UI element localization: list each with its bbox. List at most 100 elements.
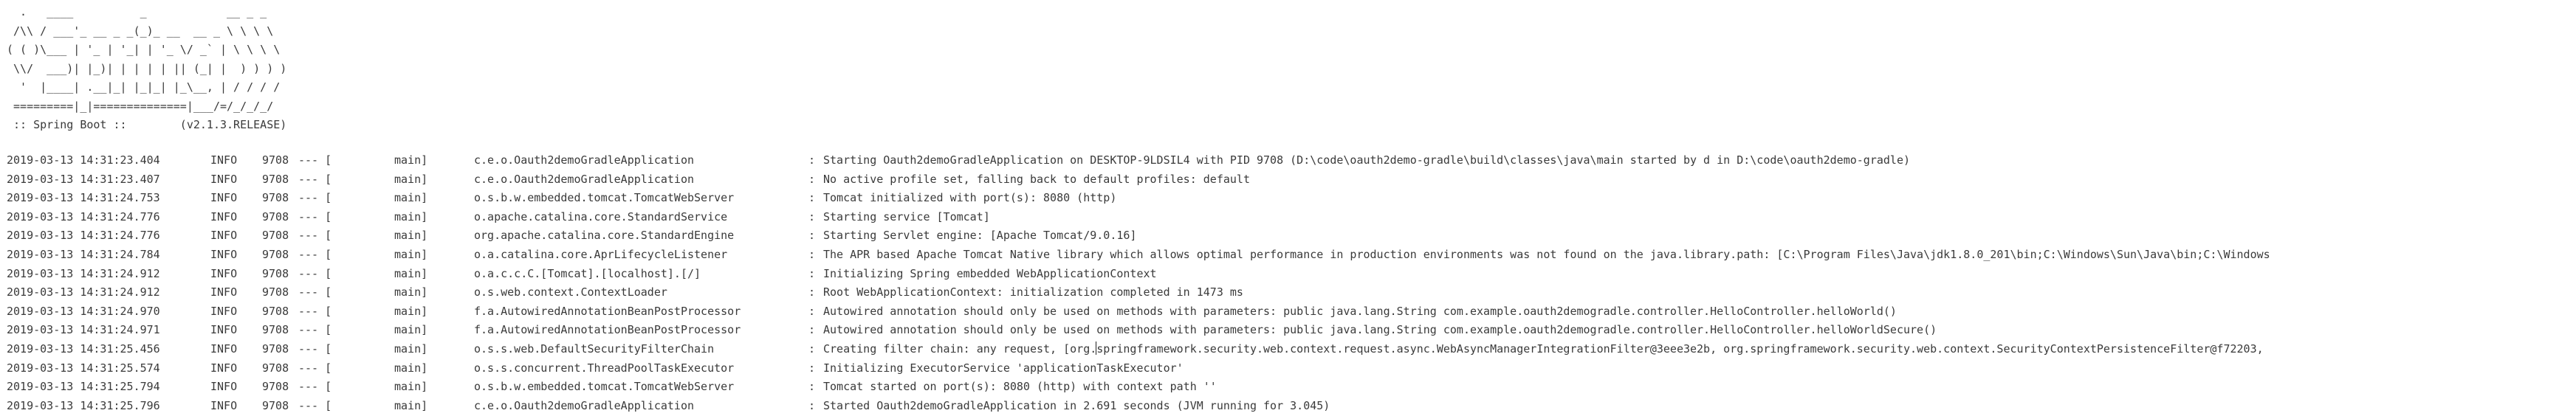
- log-timestamp: 2019-03-13 14:31:25.574: [7, 361, 160, 375]
- log-message: Root WebApplicationContext: initializati…: [823, 285, 1243, 299]
- log-logger: o.s.s.concurrent.ThreadPoolTaskExecutor: [474, 361, 735, 375]
- banner-line: ( ( )\___ | '_ | '_| | '_ \/ _` | \ \ \ …: [7, 43, 281, 56]
- log-colon: :: [808, 266, 816, 280]
- log-message: Initializing ExecutorService 'applicatio…: [823, 361, 1184, 375]
- log-pid: 9708: [262, 323, 289, 337]
- log-separator: --- [: [298, 247, 332, 261]
- log-thread: main]: [394, 209, 428, 223]
- log-separator: --- [: [298, 229, 332, 243]
- log-colon: :: [808, 398, 816, 412]
- log-separator: --- [: [298, 209, 332, 223]
- banner-line: =========|_|==============|___/=/_/_/_/: [7, 99, 274, 113]
- log-logger: c.e.o.Oauth2demoGradleApplication: [474, 172, 695, 186]
- log-separator: --- [: [298, 304, 332, 318]
- log-separator: --- [: [298, 323, 332, 337]
- log-separator: --- [: [298, 153, 332, 167]
- log-colon: :: [808, 247, 816, 261]
- log-logger: f.a.AutowiredAnnotationBeanPostProcessor: [474, 304, 741, 318]
- log-colon: :: [808, 323, 816, 337]
- log-logger: o.s.b.w.embedded.tomcat.TomcatWebServer: [474, 380, 735, 394]
- log-line: 2019-03-13 14:31:24.784 INFO 9708 --- [main…: [7, 246, 2576, 265]
- log-colon: :: [808, 209, 816, 223]
- log-timestamp: 2019-03-13 14:31:24.753: [7, 191, 160, 205]
- log-timestamp: 2019-03-13 14:31:24.971: [7, 323, 160, 337]
- log-pid: 9708: [262, 191, 289, 205]
- log-timestamp: 2019-03-13 14:31:24.784: [7, 247, 160, 261]
- log-separator: --- [: [298, 398, 332, 412]
- log-colon: :: [808, 229, 816, 243]
- log-colon: :: [808, 153, 816, 167]
- spring-boot-banner: . ____ _ __ _ _ /\\ / ___'_ __ _ _(_)_ _…: [7, 3, 286, 135]
- log-level: INFO: [210, 398, 238, 412]
- log-pid: 9708: [262, 209, 289, 223]
- log-thread: main]: [394, 323, 428, 337]
- log-line: 2019-03-13 14:31:24.912 INFO 9708 --- [ main…: [7, 265, 2576, 284]
- log-pid: 9708: [262, 266, 289, 280]
- banner-version-line: :: Spring Boot :: (v2.1.3.RELEASE): [7, 118, 287, 131]
- log-message: Autowired annotation should only be used…: [823, 323, 1937, 337]
- log-thread: main]: [394, 266, 428, 280]
- log-colon: :: [808, 172, 816, 186]
- banner-line: ' |____| .__|_| |_|_| |_\__, | / / / /: [7, 80, 281, 94]
- banner-line: /\\ / ___'_ __ _ _(_)_ __ __ _ \ \ \ \: [7, 24, 274, 38]
- log-level: INFO: [210, 153, 238, 167]
- log-level: INFO: [210, 209, 238, 223]
- log-colon: :: [808, 342, 816, 356]
- log-timestamp: 2019-03-13 14:31:24.776: [7, 229, 160, 243]
- log-line: 2019-03-13 14:31:24.970 INFO 9708 --- [main…: [7, 302, 2576, 322]
- log-thread: main]: [394, 229, 428, 243]
- log-level: INFO: [210, 191, 238, 205]
- log-pid: 9708: [262, 361, 289, 375]
- log-logger: o.s.b.w.embedded.tomcat.TomcatWebServer: [474, 191, 735, 205]
- log-message: Creating filter chain: any request, [org…: [823, 342, 2264, 356]
- log-line: 2019-03-13 14:31:25.456 INFO 9708 --- [main…: [7, 340, 2576, 359]
- log-message: Autowired annotation should only be used…: [823, 304, 1897, 318]
- log-logger: o.a.c.c.C.[Tomcat].[localhost].[/]: [474, 266, 701, 280]
- log-thread: main]: [394, 398, 428, 412]
- log-timestamp: 2019-03-13 14:31:25.794: [7, 380, 160, 394]
- log-logger: c.e.o.Oauth2demoGradleApplication: [474, 398, 695, 412]
- log-level: INFO: [210, 266, 238, 280]
- log-thread: main]: [394, 247, 428, 261]
- log-separator: --- [: [298, 342, 332, 356]
- log-timestamp: 2019-03-13 14:31:24.912: [7, 266, 160, 280]
- log-thread: main]: [394, 380, 428, 394]
- log-separator: --- [: [298, 191, 332, 205]
- log-line: 2019-03-13 14:31:24.753 INFO 9708 --- [ main…: [7, 189, 2576, 208]
- log-level: INFO: [210, 323, 238, 337]
- log-level: INFO: [210, 172, 238, 186]
- log-level: INFO: [210, 304, 238, 318]
- log-logger: o.a.catalina.core.AprLifecycleListener: [474, 247, 728, 261]
- log-timestamp: 2019-03-13 14:31:25.456: [7, 342, 160, 356]
- log-line: 2019-03-13 14:31:23.404 INFO 9708 --- [main…: [7, 151, 2576, 170]
- banner-line: . ____ _ __ _ _: [7, 5, 267, 18]
- log-thread: main]: [394, 342, 428, 356]
- banner-line: \\/ ___)| |_)| | | | | || (_| | ) ) ) ): [7, 61, 287, 75]
- log-logger: o.s.web.context.ContextLoader: [474, 285, 667, 299]
- log-logger: c.e.o.Oauth2demoGradleApplication: [474, 153, 695, 167]
- log-pid: 9708: [262, 172, 289, 186]
- log-thread: main]: [394, 285, 428, 299]
- log-colon: :: [808, 304, 816, 318]
- console-output[interactable]: . ____ _ __ _ _ /\\ / ___'_ __ _ _(_)_ _…: [0, 0, 2576, 416]
- log-timestamp: 2019-03-13 14:31:24.912: [7, 285, 160, 299]
- log-message: Tomcat initialized with port(s): 8080 (h…: [823, 191, 1117, 205]
- log-colon: :: [808, 191, 816, 205]
- log-logger: org.apache.catalina.core.StandardEngine: [474, 229, 735, 243]
- log-thread: main]: [394, 172, 428, 186]
- log-line: 2019-03-13 14:31:24.776 INFO 9708 --- [main…: [7, 226, 2576, 246]
- log-message: Started Oauth2demoGradleApplication in 2…: [823, 398, 1330, 412]
- log-pid: 9708: [262, 398, 289, 412]
- log-thread: main]: [394, 191, 428, 205]
- log-separator: --- [: [298, 266, 332, 280]
- log-thread: main]: [394, 304, 428, 318]
- log-pid: 9708: [262, 247, 289, 261]
- log-timestamp: 2019-03-13 14:31:23.404: [7, 153, 160, 167]
- log-timestamp: 2019-03-13 14:31:25.796: [7, 398, 160, 412]
- log-colon: :: [808, 380, 816, 394]
- log-message: Tomcat started on port(s): 8080 (http) w…: [823, 380, 1217, 394]
- log-line: 2019-03-13 14:31:23.407 INFO 9708 --- [main…: [7, 170, 2576, 190]
- log-timestamp: 2019-03-13 14:31:23.407: [7, 172, 160, 186]
- log-timestamp: 2019-03-13 14:31:24.776: [7, 209, 160, 223]
- log-line: 2019-03-13 14:31:24.776 INFO 9708 --- [ main…: [7, 208, 2576, 227]
